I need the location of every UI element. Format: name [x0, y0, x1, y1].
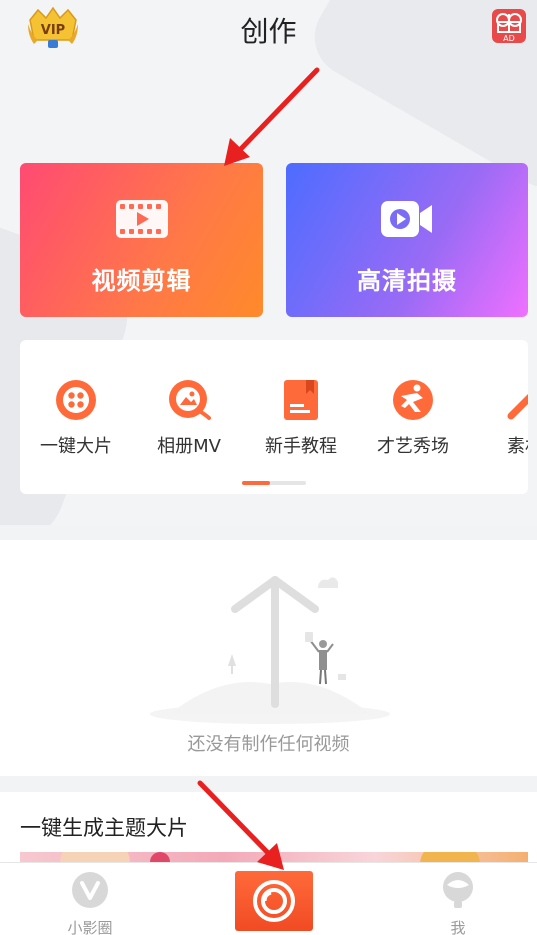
- card-label: 视频剪辑: [91, 267, 192, 295]
- tutorial-book-icon: [284, 380, 318, 420]
- empty-state-text: 还没有制作任何视频: [187, 734, 350, 755]
- tool-talent-show[interactable]: 才艺秀场: [368, 378, 458, 458]
- hd-shoot-card[interactable]: 高清拍摄: [286, 163, 528, 317]
- create-button[interactable]: [235, 871, 313, 931]
- tools-scroll-indicator: [242, 481, 306, 485]
- dance-show-icon: [393, 380, 433, 420]
- video-camera-icon: [380, 199, 434, 243]
- nav-label: 小影圈: [67, 919, 113, 935]
- one-click-icon: [56, 380, 96, 420]
- video-edit-card[interactable]: 视频剪辑: [20, 163, 263, 317]
- profile-icon: [443, 872, 473, 908]
- tool-one-click[interactable]: 一键大片: [31, 378, 121, 458]
- empty-illustration: [150, 576, 390, 724]
- camera-lens-icon: [253, 880, 295, 922]
- card-label: 高清拍摄: [357, 267, 457, 295]
- section-title: 一键生成主题大片: [20, 816, 188, 840]
- tool-label: 素材: [507, 436, 528, 457]
- magic-wand-icon: [507, 394, 528, 420]
- circle-v-icon: [72, 872, 108, 908]
- tool-tutorial[interactable]: 新手教程: [256, 378, 346, 458]
- svg-text:AD: AD: [503, 34, 515, 43]
- bottom-nav: 小影圈 我: [0, 862, 537, 935]
- tool-label: 才艺秀场: [377, 436, 449, 457]
- tool-album-mv[interactable]: 相册MV: [144, 378, 234, 458]
- tool-label: 一键大片: [40, 436, 112, 457]
- empty-state: 还没有制作任何视频: [0, 540, 537, 776]
- nav-item-me[interactable]: 我: [418, 871, 498, 935]
- page-title: 创作: [240, 15, 297, 48]
- nav-label: 我: [450, 919, 466, 935]
- film-clip-icon: [115, 199, 169, 243]
- album-mv-icon: [169, 380, 211, 420]
- tool-label: 相册MV: [157, 436, 221, 457]
- tool-materials[interactable]: 素材: [480, 378, 528, 458]
- nav-item-circle[interactable]: 小影圈: [50, 871, 130, 935]
- header: VIP 创作 AD: [0, 0, 537, 56]
- tools-strip[interactable]: 一键大片 相册MV 新手教程 才艺秀场 素: [20, 340, 528, 494]
- tool-label: 新手教程: [265, 436, 337, 457]
- ad-gift-icon[interactable]: AD: [491, 8, 527, 44]
- scroll-thumb: [242, 481, 270, 485]
